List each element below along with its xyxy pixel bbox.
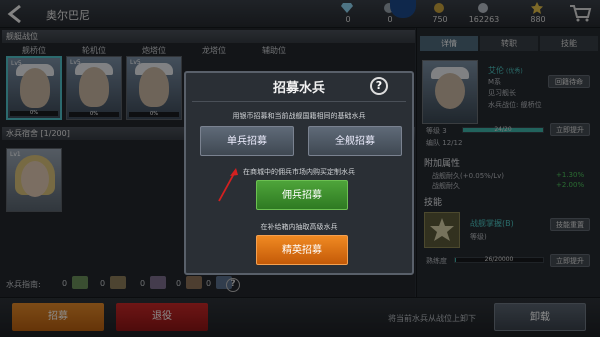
merc-recruit-button[interactable]: 佣兵招募 [256, 180, 348, 210]
modal-basic-text: 用银币招募和当前战舰国籍相同的基础水兵 [232, 112, 366, 120]
full-recruit-button[interactable]: 全舰招募 [308, 126, 402, 156]
elite-recruit-button[interactable]: 精英招募 [256, 235, 348, 265]
single-recruit-button[interactable]: 单兵招募 [200, 126, 294, 156]
modal-elite-text: 在补给箱内抽取高级水兵 [260, 223, 338, 231]
red-arrow-annotation [218, 168, 238, 202]
modal-help-icon[interactable]: ? [370, 77, 388, 95]
